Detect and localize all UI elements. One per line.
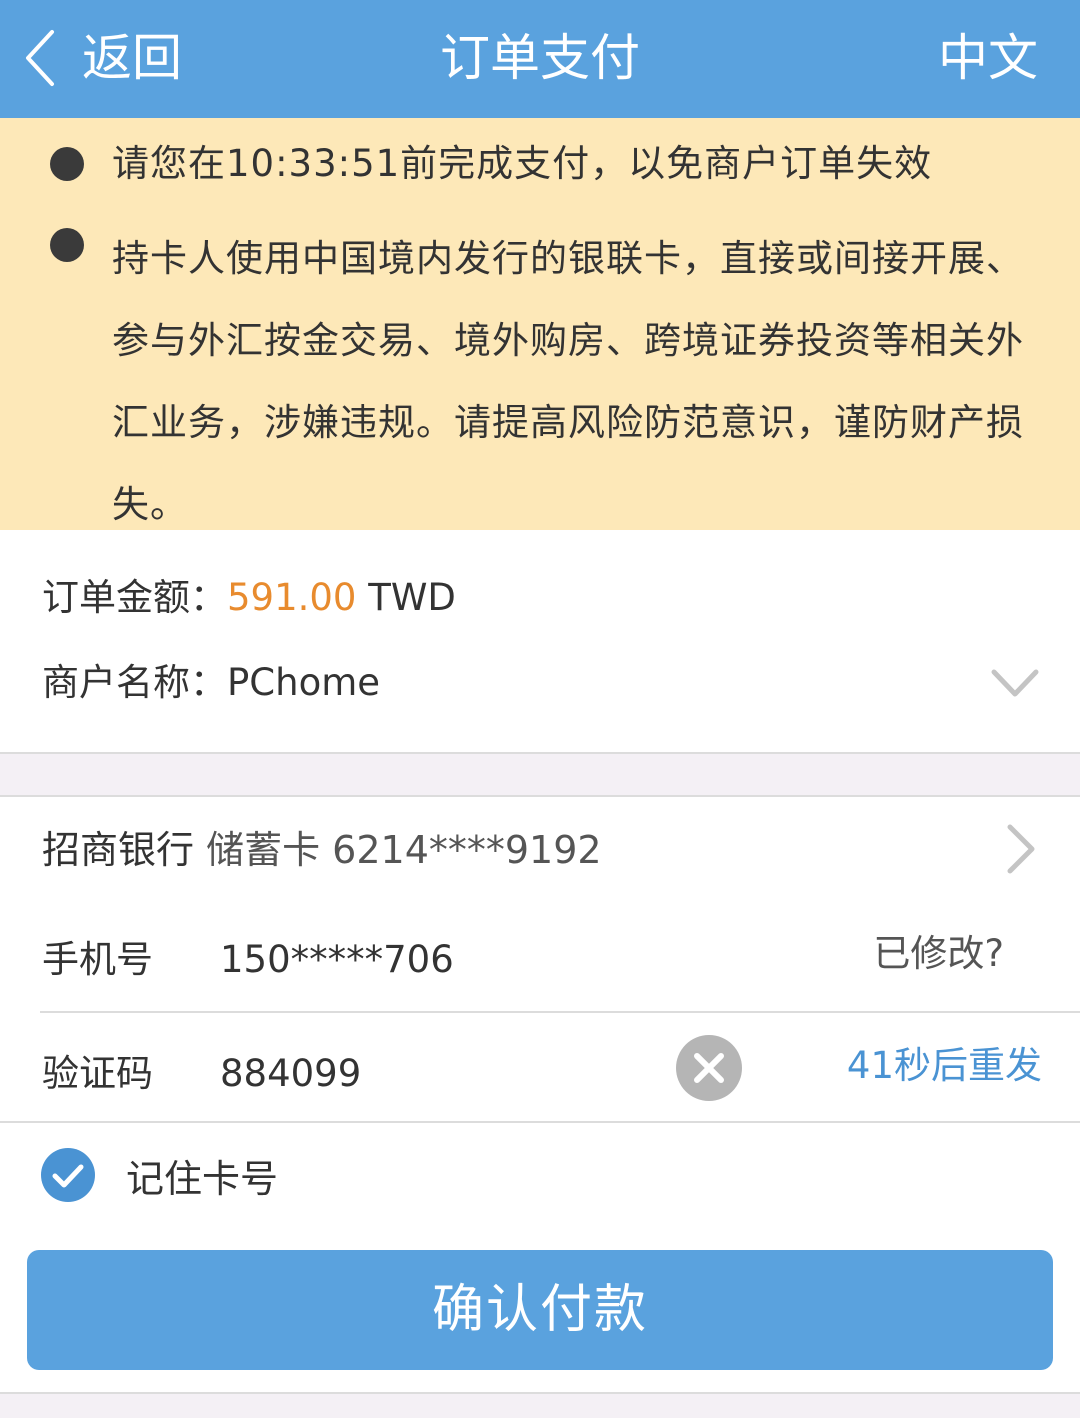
close-icon (694, 1053, 724, 1083)
code-label: 验证码 (42, 1052, 153, 1095)
remember-card-checkbox[interactable]: 记住卡号 (40, 1145, 278, 1205)
page-title: 订单支付 (440, 29, 640, 87)
merchant-label: 商户名称： (42, 661, 227, 704)
divider (0, 1121, 1080, 1123)
payment-form: 手机号 150*****706 已修改? 验证码 41秒后重发 记住卡号 (0, 903, 1080, 1248)
code-row: 验证码 41秒后重发 (0, 1013, 1080, 1121)
notice-warning: 持卡人使用中国境内发行的银联卡，直接或间接开展、参与外汇按金交易、境外购房、跨境… (112, 237, 1024, 526)
bullet-icon (50, 147, 84, 181)
merchant-row: 商户名称：PChome (42, 658, 380, 708)
order-amount-row: 订单金额：591.00 TWD (42, 573, 456, 623)
check-circle-icon (41, 1148, 95, 1202)
notice-banner: 请您在10:33:51前完成支付，以免商户订单失效 持卡人使用中国境内发行的银联… (0, 118, 1080, 530)
confirm-payment-button[interactable]: 确认付款 (27, 1250, 1053, 1370)
card-number: 储蓄卡 6214****9192 (194, 828, 602, 872)
app-header: 返回 订单支付 中文 (0, 0, 1080, 118)
phone-value: 150*****706 (220, 938, 454, 981)
card-info: 招商银行 储蓄卡 6214****9192 (42, 825, 602, 875)
clear-button[interactable] (676, 1035, 742, 1101)
bullet-icon (50, 228, 84, 262)
order-amount-label: 订单金额： (42, 576, 227, 619)
phone-label: 手机号 (42, 938, 153, 981)
verification-code-input[interactable] (220, 1043, 650, 1103)
remember-card-label: 记住卡号 (126, 1156, 279, 1201)
phone-row: 手机号 150*****706 已修改? (0, 903, 1080, 1011)
chevron-right-icon (1007, 824, 1035, 874)
card-selector[interactable]: 招商银行 储蓄卡 6214****9192 (0, 795, 1080, 905)
merchant-value: PChome (227, 661, 381, 704)
phone-edit-link[interactable]: 已修改? (873, 929, 1004, 979)
language-switch[interactable]: 中文 (938, 26, 1038, 90)
bank-name: 招商银行 (42, 828, 195, 872)
confirm-area: 确认付款 (0, 1248, 1080, 1394)
chevron-down-icon[interactable] (990, 664, 1040, 704)
order-amount-value: 591.00 (227, 576, 357, 619)
order-info: 订单金额：591.00 TWD 商户名称：PChome (0, 530, 1080, 754)
order-currency: TWD (356, 576, 456, 619)
resend-code-button[interactable]: 41秒后重发 (847, 1041, 1042, 1091)
notice-deadline: 请您在10:33:51前完成支付，以免商户订单失效 (112, 142, 933, 185)
